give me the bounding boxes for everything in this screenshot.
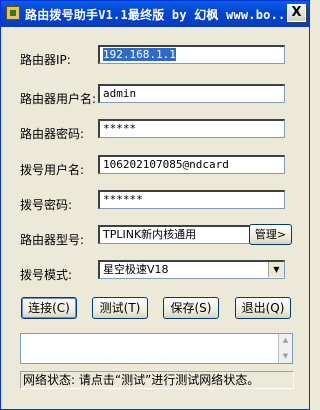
scroll-down-icon[interactable]: ▼ <box>279 350 292 363</box>
router-pass-label: 路由器密码: <box>20 127 85 141</box>
router-model-value: TPLINK新内核通用 <box>103 228 197 241</box>
router-ip-label: 路由器IP: <box>20 53 71 67</box>
dial-user-input[interactable]: 106202107085@ndcard <box>98 155 285 174</box>
dial-pass-input[interactable]: ****** <box>98 190 285 209</box>
router-user-label: 路由器用户名: <box>20 92 97 106</box>
dial-pass-label: 拨号密码: <box>20 198 73 212</box>
close-button[interactable]: X <box>287 4 306 22</box>
app-icon <box>6 6 20 20</box>
chevron-down-icon[interactable]: ▼ <box>268 262 284 277</box>
main-window: 路由拨号助手V1.1最终版 by 幻枫 www.bo... X 路由器IP: 1… <box>0 0 310 410</box>
log-textarea[interactable]: ▲ ▼ <box>20 333 293 364</box>
router-pass-input[interactable]: ***** <box>98 119 285 138</box>
title-bar[interactable]: 路由拨号助手V1.1最终版 by 幻枫 www.bo... X <box>1 1 309 27</box>
test-button[interactable]: 测试(T) <box>92 297 148 319</box>
dial-mode-value: 星空极速V18 <box>103 263 169 276</box>
exit-button[interactable]: 退出(Q) <box>235 297 291 319</box>
scroll-up-icon[interactable]: ▲ <box>279 334 292 347</box>
status-bar: 网络状态: 请点击“测试”进行测试网络状态。 <box>20 371 294 389</box>
dial-mode-label: 拨号模式: <box>20 268 73 282</box>
save-button[interactable]: 保存(S) <box>163 297 219 319</box>
router-model-select[interactable]: TPLINK新内核通用 ▼ <box>98 225 271 244</box>
dial-user-label: 拨号用户名: <box>20 163 85 177</box>
router-model-label: 路由器型号: <box>20 233 85 247</box>
connect-button[interactable]: 连接(C) <box>21 297 77 319</box>
router-ip-input[interactable]: 192.168.1.1 <box>98 45 285 64</box>
router-user-input[interactable]: admin <box>98 84 285 103</box>
manage-button[interactable]: 管理> <box>249 224 292 245</box>
dial-mode-select[interactable]: 星空极速V18 ▼ <box>98 260 285 279</box>
scrollbar[interactable]: ▲ ▼ <box>278 334 292 363</box>
window-title: 路由拨号助手V1.1最终版 by 幻枫 www.bo... <box>25 8 293 22</box>
